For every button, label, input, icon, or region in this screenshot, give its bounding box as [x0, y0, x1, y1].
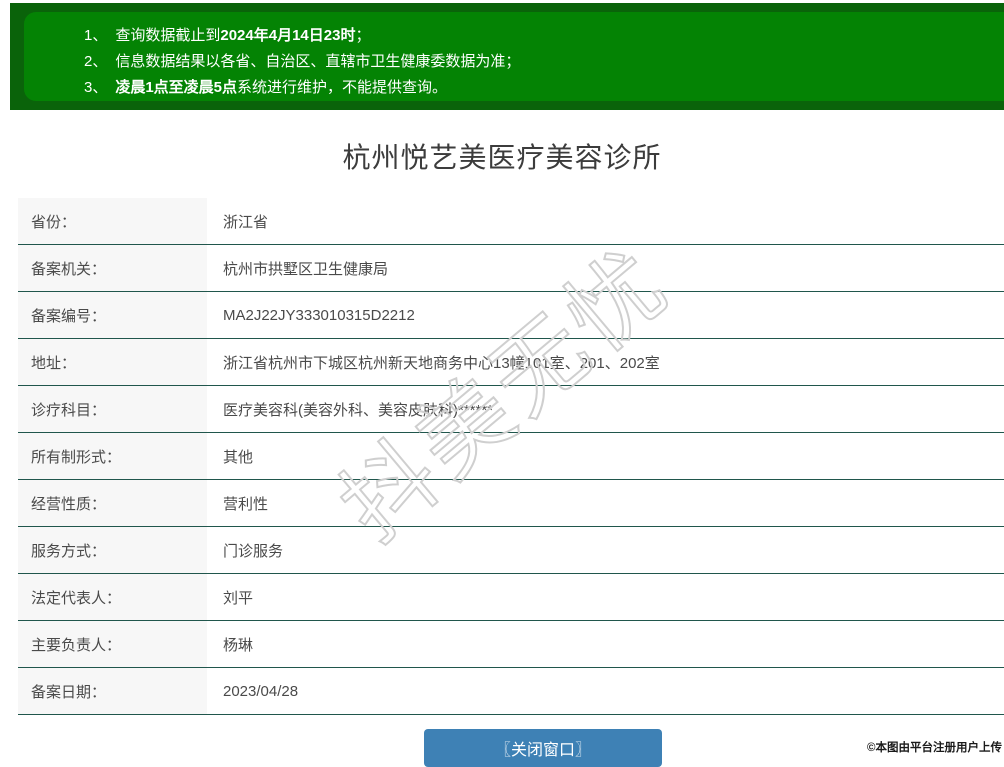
table-row-address: 地址： 浙江省杭州市下城区杭州新天地商务中心13幢101室、201、202室 — [18, 339, 1004, 386]
row-value: 其他 — [207, 433, 1004, 479]
table-row-registration-authority: 备案机关： 杭州市拱墅区卫生健康局 — [18, 245, 1004, 292]
notice-line-2-text: 信息数据结果以各省、自治区、直辖市卫生健康委数据为准； — [115, 53, 520, 70]
row-value: 2023/04/28 — [207, 668, 1004, 714]
notice-line-3-number: 3、 — [84, 75, 107, 101]
row-label: 经营性质： — [18, 480, 207, 526]
row-label: 主要负责人： — [18, 621, 207, 667]
table-row-legal-representative: 法定代表人： 刘平 — [18, 574, 1004, 621]
notice-line-3: 3、凌晨1点至凌晨5点系统进行维护，不能提供查询。 — [84, 75, 1004, 101]
record-table: 省份： 浙江省 备案机关： 杭州市拱墅区卫生健康局 备案编号： MA2J22JY… — [18, 198, 1004, 715]
close-window-button[interactable]: 〖关闭窗口〗 — [424, 729, 662, 767]
row-label: 备案机关： — [18, 245, 207, 291]
notice-line-3-tail: 系统进行维护，不能提供查询。 — [237, 79, 447, 96]
table-row-registration-date: 备案日期： 2023/04/28 — [18, 668, 1004, 715]
row-label: 备案编号： — [18, 292, 207, 338]
row-value: 杭州市拱墅区卫生健康局 — [207, 245, 1004, 291]
upload-attribution-watermark: ©本图由平台注册用户上传 — [867, 739, 1002, 755]
row-label: 法定代表人： — [18, 574, 207, 620]
row-value: 刘平 — [207, 574, 1004, 620]
table-row-main-person-in-charge: 主要负责人： 杨琳 — [18, 621, 1004, 668]
row-value: 浙江省杭州市下城区杭州新天地商务中心13幢101室、201、202室 — [207, 339, 1004, 385]
notice-banner-inner: 1、查询数据截止到2024年4月14日23时； 2、信息数据结果以各省、自治区、… — [24, 12, 1004, 101]
notice-line-1-tail: ； — [355, 27, 370, 44]
row-value: 营利性 — [207, 480, 1004, 526]
table-row-registration-number: 备案编号： MA2J22JY333010315D2212 — [18, 292, 1004, 339]
row-value: 浙江省 — [207, 198, 1004, 244]
row-label: 备案日期： — [18, 668, 207, 714]
notice-line-1-number: 1、 — [84, 23, 107, 49]
row-label: 地址： — [18, 339, 207, 385]
notice-line-2-number: 2、 — [84, 49, 107, 75]
notice-line-1-bold: 2024年4月14日23时 — [220, 27, 355, 44]
row-value: MA2J22JY333010315D2212 — [207, 292, 1004, 338]
table-row-province: 省份： 浙江省 — [18, 198, 1004, 245]
row-label: 所有制形式： — [18, 433, 207, 479]
row-value: 医疗美容科(美容外科、美容皮肤科)****** — [207, 386, 1004, 432]
table-row-service-mode: 服务方式： 门诊服务 — [18, 527, 1004, 574]
row-value: 杨琳 — [207, 621, 1004, 667]
table-row-business-nature: 经营性质： 营利性 — [18, 480, 1004, 527]
notice-line-2: 2、信息数据结果以各省、自治区、直辖市卫生健康委数据为准； — [84, 49, 1004, 75]
page-title: 杭州悦艺美医疗美容诊所 — [0, 136, 1004, 176]
table-row-ownership-form: 所有制形式： 其他 — [18, 433, 1004, 480]
row-label: 省份： — [18, 198, 207, 244]
notice-line-1-text: 查询数据截止到 — [115, 27, 220, 44]
row-value: 门诊服务 — [207, 527, 1004, 573]
table-row-medical-subjects: 诊疗科目： 医疗美容科(美容外科、美容皮肤科)****** — [18, 386, 1004, 433]
notice-banner: 1、查询数据截止到2024年4月14日23时； 2、信息数据结果以各省、自治区、… — [10, 3, 1004, 110]
row-label: 服务方式： — [18, 527, 207, 573]
row-label: 诊疗科目： — [18, 386, 207, 432]
notice-line-3-bold: 凌晨1点至凌晨5点 — [115, 79, 237, 96]
notice-line-1: 1、查询数据截止到2024年4月14日23时； — [84, 23, 1004, 49]
